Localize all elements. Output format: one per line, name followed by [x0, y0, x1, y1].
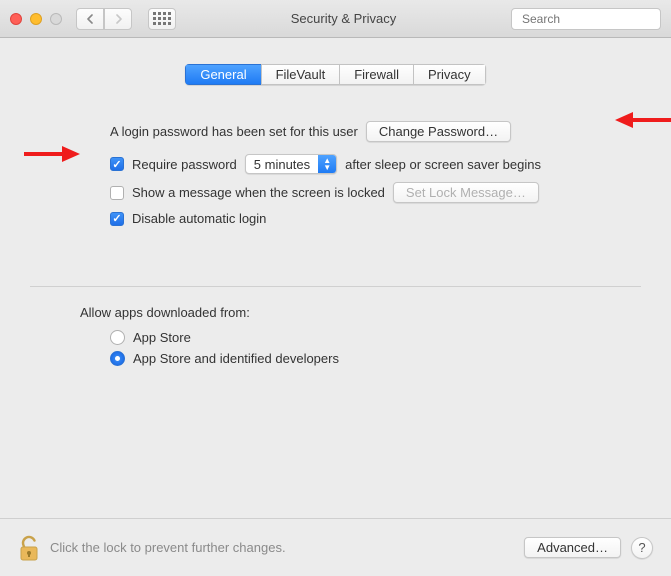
titlebar: Security & Privacy ✕ — [0, 0, 671, 38]
radio-identified[interactable] — [110, 351, 125, 366]
traffic-lights — [10, 13, 62, 25]
tab-firewall[interactable]: Firewall — [339, 64, 413, 85]
footer: Click the lock to prevent further change… — [0, 518, 671, 576]
annotation-arrow-require-password — [22, 144, 82, 164]
window-title: Security & Privacy — [184, 11, 503, 26]
disable-auto-login-row: Disable automatic login — [110, 211, 641, 226]
require-password-suffix: after sleep or screen saver begins — [345, 157, 541, 172]
tabs-row: General FileVault Firewall Privacy — [0, 64, 671, 85]
require-password-row: Require password 5 minutes ▲▼ after slee… — [110, 154, 641, 174]
change-password-button[interactable]: Change Password… — [366, 121, 511, 142]
nav-group — [76, 8, 132, 30]
help-button[interactable]: ? — [631, 537, 653, 559]
lock-message: Click the lock to prevent further change… — [50, 540, 514, 555]
radio-identified-label: App Store and identified developers — [133, 351, 339, 366]
annotation-arrow-change-password — [613, 110, 671, 130]
advanced-button[interactable]: Advanced… — [524, 537, 621, 558]
show-message-checkbox[interactable] — [110, 186, 124, 200]
radio-appstore[interactable] — [110, 330, 125, 345]
search-field[interactable]: ✕ — [511, 8, 661, 30]
zoom-window-button — [50, 13, 62, 25]
tab-general[interactable]: General — [185, 64, 260, 85]
select-arrows-icon: ▲▼ — [318, 155, 336, 173]
allow-option-identified: App Store and identified developers — [110, 351, 641, 366]
lock-button[interactable] — [18, 534, 40, 562]
section-divider — [30, 286, 641, 287]
lock-open-icon — [18, 534, 40, 562]
set-lock-message-button: Set Lock Message… — [393, 182, 539, 203]
close-window-button[interactable] — [10, 13, 22, 25]
forward-button[interactable] — [104, 8, 132, 30]
radio-appstore-label: App Store — [133, 330, 191, 345]
disable-auto-login-checkbox[interactable] — [110, 212, 124, 226]
allow-option-appstore: App Store — [110, 330, 641, 345]
login-password-text: A login password has been set for this u… — [110, 124, 358, 139]
back-button[interactable] — [76, 8, 104, 30]
show-message-row: Show a message when the screen is locked… — [110, 182, 641, 203]
show-message-label: Show a message when the screen is locked — [132, 185, 385, 200]
minimize-window-button[interactable] — [30, 13, 42, 25]
require-password-prefix: Require password — [132, 157, 237, 172]
tabs-segmented: General FileVault Firewall Privacy — [185, 64, 485, 85]
disable-auto-login-label: Disable automatic login — [132, 211, 266, 226]
allow-apps-heading: Allow apps downloaded from: — [80, 305, 641, 320]
login-password-row: A login password has been set for this u… — [110, 121, 641, 142]
grid-icon — [153, 12, 171, 25]
require-password-checkbox[interactable] — [110, 157, 124, 171]
search-input[interactable] — [522, 12, 671, 26]
require-password-delay-select[interactable]: 5 minutes ▲▼ — [245, 154, 337, 174]
tab-filevault[interactable]: FileVault — [261, 64, 340, 85]
general-panel: A login password has been set for this u… — [0, 85, 671, 366]
require-password-delay-value: 5 minutes — [246, 155, 318, 173]
show-all-button[interactable] — [148, 8, 176, 30]
tab-privacy[interactable]: Privacy — [413, 64, 486, 85]
